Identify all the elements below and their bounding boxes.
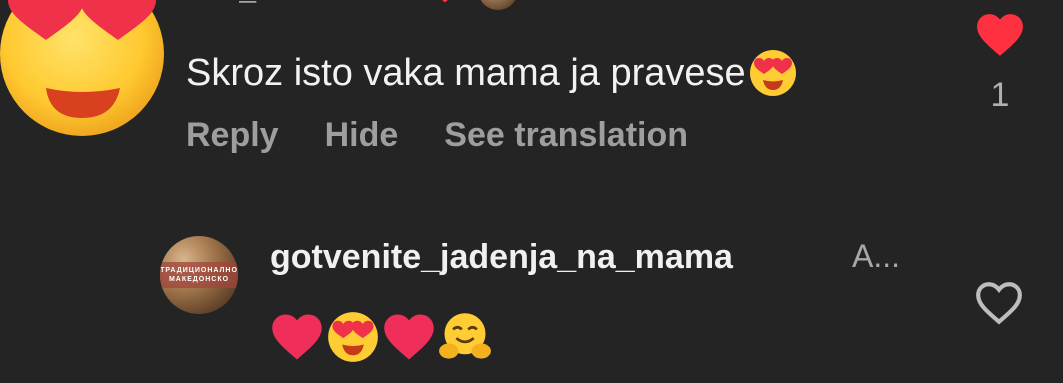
reply-meta: A... — [852, 238, 901, 274]
liked-by-author-heart-icon — [442, 0, 449, 3]
comment-like-column: 1 — [972, 12, 1028, 115]
like-count: 1 — [990, 76, 1010, 114]
reply-avatar[interactable]: ТРАДИЦИОНАЛНО МАКЕДОНСКО — [160, 236, 238, 314]
avatar-text-top: ТРАДИЦИОНАЛНО — [160, 267, 238, 274]
heart-eyes-face-icon — [328, 312, 378, 362]
comment-username[interactable]: beti_bisera — [186, 0, 344, 7]
like-heart-filled-icon[interactable] — [975, 12, 1025, 58]
comment-text: Skroz isto vaka mama ja pravese — [186, 52, 746, 94]
comment-header: beti_bisera 16h — [186, 0, 519, 14]
heart-eyes-face-icon — [749, 50, 796, 96]
red-heart-icon — [384, 314, 434, 360]
see-translation-button[interactable]: See translation — [444, 116, 688, 155]
reply-username[interactable]: gotvenite_jadenja_na_mama — [270, 238, 733, 277]
heart-eyes-emoji-avatar[interactable] — [0, 0, 170, 138]
reply-button[interactable]: Reply — [186, 116, 279, 155]
avatar-text-bottom: МАКЕДОНСКО — [168, 276, 230, 283]
like-heart-outline-icon[interactable] — [974, 280, 1024, 326]
hide-button[interactable]: Hide — [325, 116, 399, 155]
red-heart-icon — [272, 314, 322, 360]
author-avatar — [478, 0, 519, 10]
hugging-face-icon — [439, 313, 491, 359]
avatar-brand-band: ТРАДИЦИОНАЛНО МАКЕДОНСКО — [160, 262, 238, 288]
comments-screen: beti_bisera 16h Skroz isto vaka mama ja … — [0, 0, 1063, 383]
reply-body — [270, 310, 492, 364]
comment-actions: Reply Hide See translation — [186, 116, 688, 155]
comment-body: Skroz isto vaka mama ja pravese — [186, 48, 798, 98]
comment-time: 16h — [362, 0, 412, 7]
